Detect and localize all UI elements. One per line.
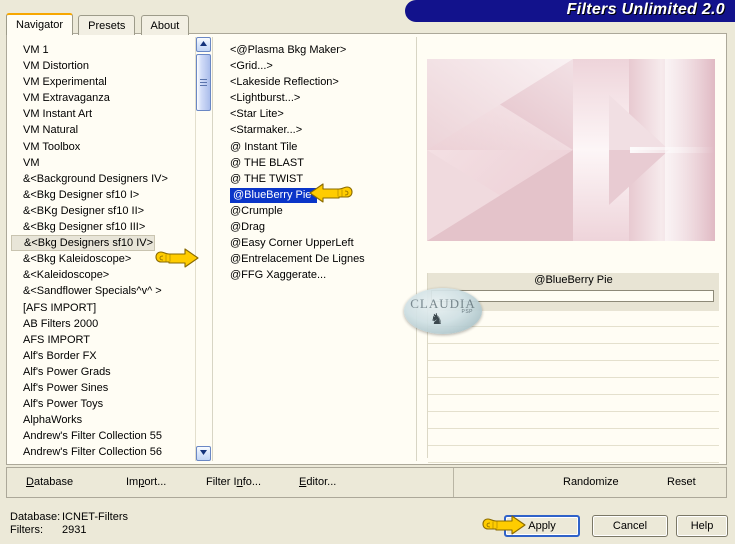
watermark-deco-icon: ♞ (430, 311, 444, 328)
tab-presets[interactable]: Presets (78, 15, 136, 35)
navigator-item[interactable]: VM Toolbox (11, 139, 195, 155)
navigator-item[interactable]: Andrew's Filter Collection 56 (11, 444, 195, 460)
filter-item[interactable]: <Lakeside Reflection> (225, 74, 400, 90)
filter-list[interactable]: <@Plasma Bkg Maker> <Grid...> <Lakeside Re… (225, 37, 400, 461)
parameter-row[interactable] (428, 379, 719, 395)
navigator-item-selected[interactable]: &<Bkg Designers sf10 IV> (11, 235, 155, 252)
database-button[interactable]: Database (26, 476, 73, 488)
parameter-row[interactable] (428, 362, 719, 378)
reset-button[interactable]: Reset (667, 476, 696, 488)
filter-item[interactable]: <Starmaker...> (225, 122, 400, 138)
list-divider-right (416, 37, 417, 461)
filter-item[interactable]: <Star Lite> (225, 106, 400, 122)
pointing-hand-icon-filter (309, 181, 353, 210)
filter-item[interactable]: @ THE BLAST (225, 155, 400, 171)
help-button[interactable]: Help (676, 515, 728, 537)
navigator-item[interactable]: &<BKg Designer sf10 II> (11, 203, 195, 219)
navigator-item[interactable]: Alf's Power Grads (11, 364, 195, 380)
navigator-item[interactable]: &<Bkg Designer sf10 III> (11, 219, 195, 235)
scrollbar-thumb[interactable] (196, 54, 211, 111)
selected-filter-name: @BlueBerry Pie (534, 274, 613, 286)
status-filters-value: 2931 (62, 524, 87, 536)
navigator-item[interactable]: &<Bkg Designer sf10 I> (11, 187, 195, 203)
navigator-item[interactable]: VM Distortion (11, 58, 195, 74)
filter-item[interactable]: <@Plasma Bkg Maker> (225, 42, 400, 58)
filter-item[interactable]: @Easy Corner UpperLeft (225, 235, 400, 251)
navigator-item[interactable]: &<Sandflower Specials^v^ > (11, 283, 195, 299)
filter-item[interactable]: @Drag (225, 219, 400, 235)
status-database-label: Database: (10, 511, 61, 523)
status-filters-label: Filters: (10, 524, 43, 536)
import-button[interactable]: Import... (126, 476, 166, 488)
editor-button[interactable]: Editor... (299, 476, 336, 488)
filter-item[interactable]: @FFG Xaggerate... (225, 267, 400, 283)
navigator-item[interactable]: VM Extravaganza (11, 90, 195, 106)
toolbar-separator (453, 468, 454, 497)
tab-about[interactable]: About (140, 15, 190, 35)
navigator-item[interactable]: AFS IMPORT (11, 332, 195, 348)
navigator-item[interactable]: VM Instant Art (11, 106, 195, 122)
status-filters-line: Filters: 2931 (10, 524, 128, 537)
navigator-item[interactable]: AB Filters 2000 (11, 316, 195, 332)
navigator-item[interactable]: VM Experimental (11, 74, 195, 90)
scrollbar-grip (200, 78, 207, 87)
filter-item[interactable]: <Lightburst...> (225, 90, 400, 106)
tab-strip: Navigator Presets About (6, 13, 191, 35)
bottom-toolbar: Database Import... Filter Info... Editor… (6, 467, 727, 498)
scroll-up-icon[interactable] (196, 37, 211, 52)
tab-navigator[interactable]: Navigator (6, 13, 74, 35)
navigator-item[interactable]: Alf's Power Sines (11, 380, 195, 396)
navigator-item[interactable]: [AFS IMPORT] (11, 300, 195, 316)
navigator-item[interactable]: Alf's Power Toys (11, 396, 195, 412)
preview-pane: @BlueBerry Pie (424, 37, 724, 463)
navigator-item[interactable]: &<Background Designers IV> (11, 171, 195, 187)
claudia-watermark: CLAUDIA PSP ♞ (404, 288, 482, 334)
status-database-value: ICNET-Filters (62, 511, 128, 523)
status-bar: Database: ICNET-Filters Filters: 2931 (10, 511, 128, 537)
scroll-down-icon[interactable] (196, 446, 211, 461)
navigator-item[interactable]: Andrew's Filter Collection 55 (11, 428, 195, 444)
pointing-hand-icon-navigator (155, 246, 199, 275)
navigator-item[interactable]: VM Natural (11, 122, 195, 138)
filter-item-selected[interactable]: @BlueBerry Pie (230, 187, 318, 203)
filter-item[interactable]: @Entrelacement De Lignes (225, 251, 400, 267)
parameter-row[interactable] (428, 447, 719, 463)
parameter-row[interactable] (428, 328, 719, 344)
parameter-row[interactable] (428, 396, 719, 412)
navigator-item[interactable]: Alf's Border FX (11, 348, 195, 364)
list-divider-left (212, 37, 213, 461)
watermark-subtext: PSP (461, 309, 473, 315)
parameter-row[interactable] (428, 345, 719, 361)
parameter-row[interactable] (428, 430, 719, 446)
filter-preview-image[interactable] (427, 59, 715, 241)
navigator-item[interactable]: AlphaWorks (11, 412, 195, 428)
randomize-button[interactable]: Randomize (563, 476, 619, 488)
filter-item[interactable]: <Grid...> (225, 58, 400, 74)
cancel-button[interactable]: Cancel (592, 515, 668, 537)
filter-item[interactable]: @ Instant Tile (225, 139, 400, 155)
filter-info-button[interactable]: Filter Info... (206, 476, 261, 488)
parameter-row[interactable] (428, 413, 719, 429)
navigator-item[interactable]: VM 1 (11, 42, 195, 58)
navigator-item[interactable]: VM (11, 155, 195, 171)
app-title: Filters Unlimited 2.0 (566, 1, 725, 18)
status-database-line: Database: ICNET-Filters (10, 511, 128, 524)
pointing-hand-icon-apply (482, 513, 526, 542)
main-panel: VM 1 VM Distortion VM Experimental VM Extra… (6, 33, 727, 465)
